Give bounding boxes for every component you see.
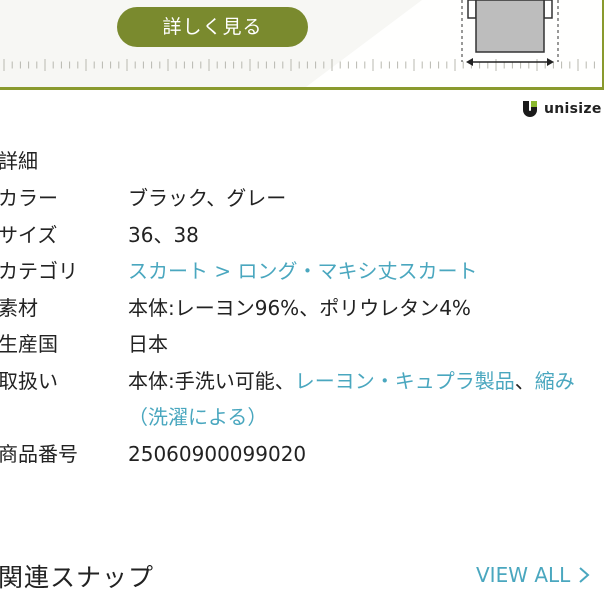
spec-label: カテゴリ [0,259,78,283]
spec-row-care-continued: （洗濯による） [0,399,616,436]
spec-label: 生産国 [0,332,58,356]
spec-row-size: サイズ 36、38 [0,217,616,254]
spec-label: カラー [0,186,58,210]
spec-row-color: カラー ブラック、グレー [0,180,616,217]
spec-table: カラー ブラック、グレー サイズ 36、38 カテゴリ スカート > ロング・マ… [0,180,616,472]
category-link-skirt[interactable]: スカート [128,259,208,283]
unisize-brand[interactable]: unisize [522,100,602,118]
category-link-long-skirt[interactable]: ロング・マキシ丈スカート [237,259,477,283]
spec-label: 取扱い [0,368,58,393]
spec-value: 36、38 [128,222,199,247]
spec-label: サイズ [0,222,58,247]
spec-row-care: 取扱い 本体:手洗い可能、レーヨン・キュプラ製品、縮み [0,363,616,400]
view-all-link[interactable]: VIEW ALL [476,563,590,587]
view-all-label: VIEW ALL [476,563,571,587]
spec-value: 本体:レーヨン96%、ポリウレタン4% [128,295,471,320]
spec-value: 25060900099020 [128,441,307,466]
chevron-right-icon [579,567,590,583]
care-text: 本体:手洗い可能、 [128,368,295,393]
spec-label: 素材 [0,295,38,320]
unisize-label: unisize [544,101,602,117]
care-link-shrink-continued[interactable]: （洗濯による） [128,405,267,429]
spec-value: （洗濯による） [128,399,616,436]
spec-value: 日本 [128,332,168,356]
spec-value: 本体:手洗い可能、レーヨン・キュプラ製品、縮み [128,363,616,400]
see-details-button[interactable]: 詳しく見る [117,7,308,47]
spec-row-origin: 生産国 日本 [0,326,616,363]
size-guide-banner: 詳しく見る [0,0,604,90]
unisize-logo-icon [523,101,537,117]
category-separator: > [208,259,238,283]
details-heading: 詳細 [0,149,38,173]
spec-label-empty [0,399,128,436]
care-link-shrink[interactable]: 縮み [535,369,575,393]
spec-row-category: カテゴリ スカート > ロング・マキシ丈スカート [0,253,616,290]
spec-value: スカート > ロング・マキシ丈スカート [128,253,616,290]
care-separator: 、 [514,368,535,393]
related-snaps-heading: 関連スナップ [0,563,155,592]
garment-diagram-icon [461,0,559,66]
care-link-rayon[interactable]: レーヨン・キュプラ製品 [295,369,515,393]
spec-label: 商品番号 [0,441,78,466]
spec-row-item-number: 商品番号 25060900099020 [0,436,616,473]
spec-value: ブラック、グレー [128,186,287,210]
spec-row-material: 素材 本体:レーヨン96%、ポリウレタン4% [0,290,616,327]
